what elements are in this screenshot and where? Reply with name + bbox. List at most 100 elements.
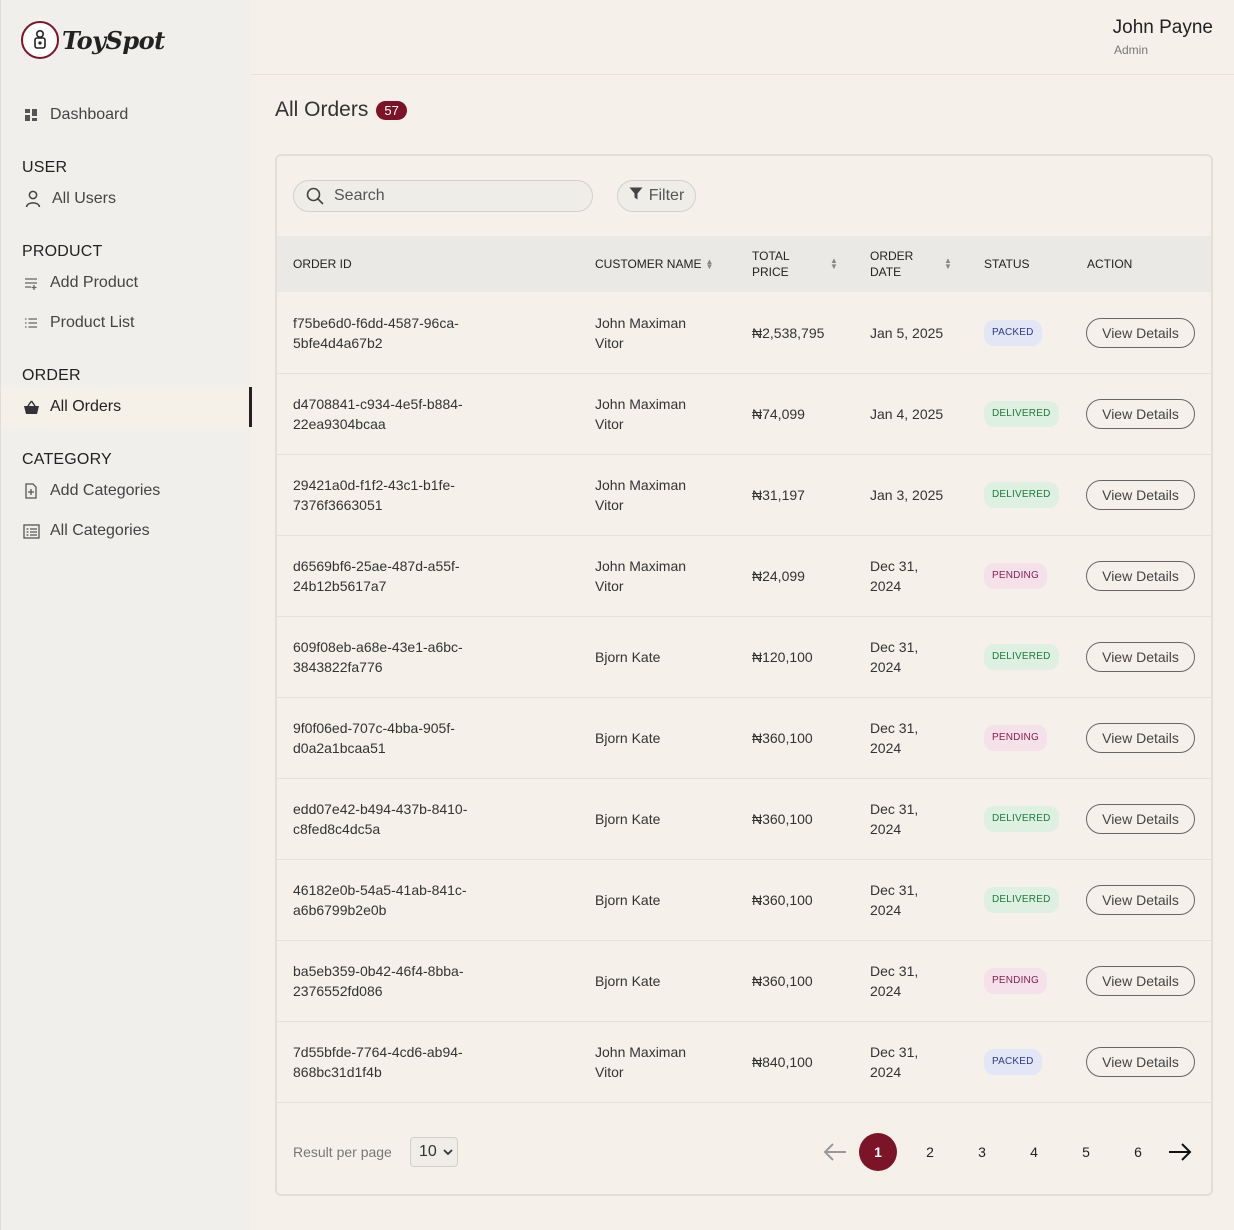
page-number-4[interactable]: 4 [1015, 1133, 1053, 1171]
table-row: 46182e0b-54a5-41ab-841c-a6b6799b2e0b Bjor… [277, 860, 1211, 941]
sidebar-item-dashboard[interactable]: Dashboard [1, 95, 252, 135]
section-heading-category: CATEGORY [22, 451, 112, 468]
customer-name-cell: Bjorn Kate [595, 617, 735, 697]
table-header: ORDER ID CUSTOMER NAME ▲ ▼ TOTAL PRICE ▲ ▼… [277, 236, 1211, 292]
view-details-button[interactable]: View Details [1086, 885, 1195, 915]
basket-icon [22, 398, 40, 416]
table-list-icon [22, 522, 40, 540]
page-number-6[interactable]: 6 [1119, 1133, 1157, 1171]
status-badge: PACKED [984, 320, 1042, 346]
order-date-cell: Dec 31, 2024 [870, 1022, 970, 1102]
sidebar-item-add-categories[interactable]: Add Categories [1, 471, 252, 511]
page-number-3[interactable]: 3 [963, 1133, 1001, 1171]
view-details-button[interactable]: View Details [1086, 480, 1195, 510]
customer-name-text: Vitor [595, 497, 624, 513]
order-id-text: ba5eb359-0b42-46f4-8bba- [293, 963, 464, 979]
sidebar-item-add-product[interactable]: Add Product [1, 263, 252, 303]
status-cell: DELIVERED [984, 455, 1074, 535]
page-number-5[interactable]: 5 [1067, 1133, 1105, 1171]
order-id-text: 24b12b5617a7 [293, 578, 387, 594]
user-icon [24, 190, 42, 208]
next-arrow-icon[interactable] [1167, 1140, 1193, 1164]
status-cell: DELIVERED [984, 860, 1074, 940]
sidebar-item-all-categories[interactable]: All Categories [1, 511, 252, 551]
add-file-icon [22, 482, 40, 500]
view-details-button[interactable]: View Details [1086, 723, 1195, 753]
order-id-text: 7d55bfde-7764-4cd6-ab94- [293, 1044, 463, 1060]
section-heading-order: ORDER [22, 367, 81, 384]
table-row: 9f0f06ed-707c-4bba-905f-d0a2a1bcaa51 Bjor… [277, 698, 1211, 779]
view-details-button[interactable]: View Details [1086, 642, 1195, 672]
status-badge: DELIVERED [984, 401, 1059, 427]
column-header-order-date[interactable]: ORDER DATE [870, 236, 913, 292]
order-date-cell: Dec 31, 2024 [870, 698, 970, 778]
customer-name-text: John Maximan [595, 1044, 687, 1060]
search-box[interactable]: Search [293, 180, 593, 212]
total-price-cell: ₦360,100 [752, 973, 813, 989]
status-cell: PENDING [984, 536, 1074, 616]
action-cell: View Details [1086, 293, 1198, 373]
order-date-text: 2024 [870, 659, 902, 675]
order-id-text: 2376552fd086 [293, 983, 383, 999]
sidebar-item-product-list[interactable]: Product List [1, 303, 252, 343]
logo[interactable]: ToySpot [21, 21, 165, 59]
action-cell: View Details [1086, 698, 1198, 778]
order-id-text: 9f0f06ed-707c-4bba-905f- [293, 720, 455, 736]
view-details-button[interactable]: View Details [1086, 399, 1195, 429]
column-header-customer-name[interactable]: CUSTOMER NAME ▲ ▼ [595, 236, 713, 292]
sort-icon[interactable]: ▲ ▼ [944, 236, 952, 292]
sidebar-item-label: Add Product [50, 274, 139, 291]
sidebar: ToySpot Dashboard USER All Users PRODUCT… [0, 0, 252, 1230]
status-cell: PENDING [984, 941, 1074, 1021]
order-id-cell: 609f08eb-a68e-43e1-a6bc- 3843822fa776 [293, 617, 523, 697]
column-header-label: TOTAL [752, 249, 790, 263]
view-details-button[interactable]: View Details [1086, 561, 1195, 591]
filter-button[interactable]: Filter [617, 180, 696, 212]
page-title: All Orders 57 [275, 98, 407, 122]
order-date-text: Dec 31, [870, 882, 919, 898]
order-id-text: edd07e42-b494-437b-8410- [293, 801, 468, 817]
sort-icon[interactable]: ▲ ▼ [830, 236, 838, 292]
order-date-cell: Dec 31, 2024 [870, 941, 970, 1021]
sidebar-item-all-users[interactable]: All Users [1, 179, 252, 219]
status-cell: PACKED [984, 1022, 1074, 1102]
customer-name-text: Bjorn Kate [595, 811, 661, 827]
action-cell: View Details [1086, 536, 1198, 616]
user-name[interactable]: John Payne [1113, 17, 1213, 39]
column-header-label: DATE [870, 265, 902, 279]
customer-name-cell: John Maximan Vitor [595, 455, 735, 535]
view-details-button[interactable]: View Details [1086, 804, 1195, 834]
status-badge: PENDING [984, 563, 1047, 589]
table-row: d4708841-c934-4e5f-b884- 22ea9304bcaa John… [277, 374, 1211, 455]
customer-name-text: Bjorn Kate [595, 730, 661, 746]
section-heading-product: PRODUCT [22, 243, 103, 260]
action-cell: View Details [1086, 1022, 1198, 1102]
order-id-text: 3843822fa776 [293, 659, 383, 675]
total-price-cell: ₦360,100 [752, 811, 813, 827]
search-input[interactable]: Search [334, 187, 385, 205]
sort-icon[interactable]: ▲ ▼ [705, 258, 713, 271]
prev-arrow-icon[interactable] [822, 1140, 848, 1164]
order-id-cell: 46182e0b-54a5-41ab-841c-a6b6799b2e0b [293, 860, 523, 940]
order-date-cell: Jan 4, 2025 [870, 374, 970, 454]
page-number-1[interactable]: 1 [859, 1133, 897, 1171]
column-header-total-price[interactable]: TOTAL PRICE [752, 236, 790, 292]
sidebar-item-label: All Categories [50, 522, 150, 539]
status-cell: DELIVERED [984, 617, 1074, 697]
customer-name-cell: Bjorn Kate [595, 779, 735, 859]
action-cell: View Details [1086, 374, 1198, 454]
sidebar-item-all-orders[interactable]: All Orders [1, 387, 252, 427]
column-header-order-id[interactable]: ORDER ID [293, 236, 352, 292]
view-details-button[interactable]: View Details [1086, 318, 1195, 348]
view-details-button[interactable]: View Details [1086, 1047, 1195, 1077]
orders-card: Search Filter ORDER ID CUSTOMER NAME ▲ ▼ … [275, 154, 1213, 1196]
user-role: Admin [1114, 43, 1149, 57]
page-number-2[interactable]: 2 [911, 1133, 949, 1171]
customer-name-text: Vitor [595, 1064, 624, 1080]
filter-label: Filter [648, 187, 685, 204]
order-id-text: c8fed8c4dc5a [293, 821, 381, 837]
order-id-cell: 29421a0d-f1f2-43c1-b1fe- 7376f3663051 [293, 455, 523, 535]
customer-name-text: Bjorn Kate [595, 892, 661, 908]
order-date-text: 2024 [870, 578, 902, 594]
view-details-button[interactable]: View Details [1086, 966, 1195, 996]
